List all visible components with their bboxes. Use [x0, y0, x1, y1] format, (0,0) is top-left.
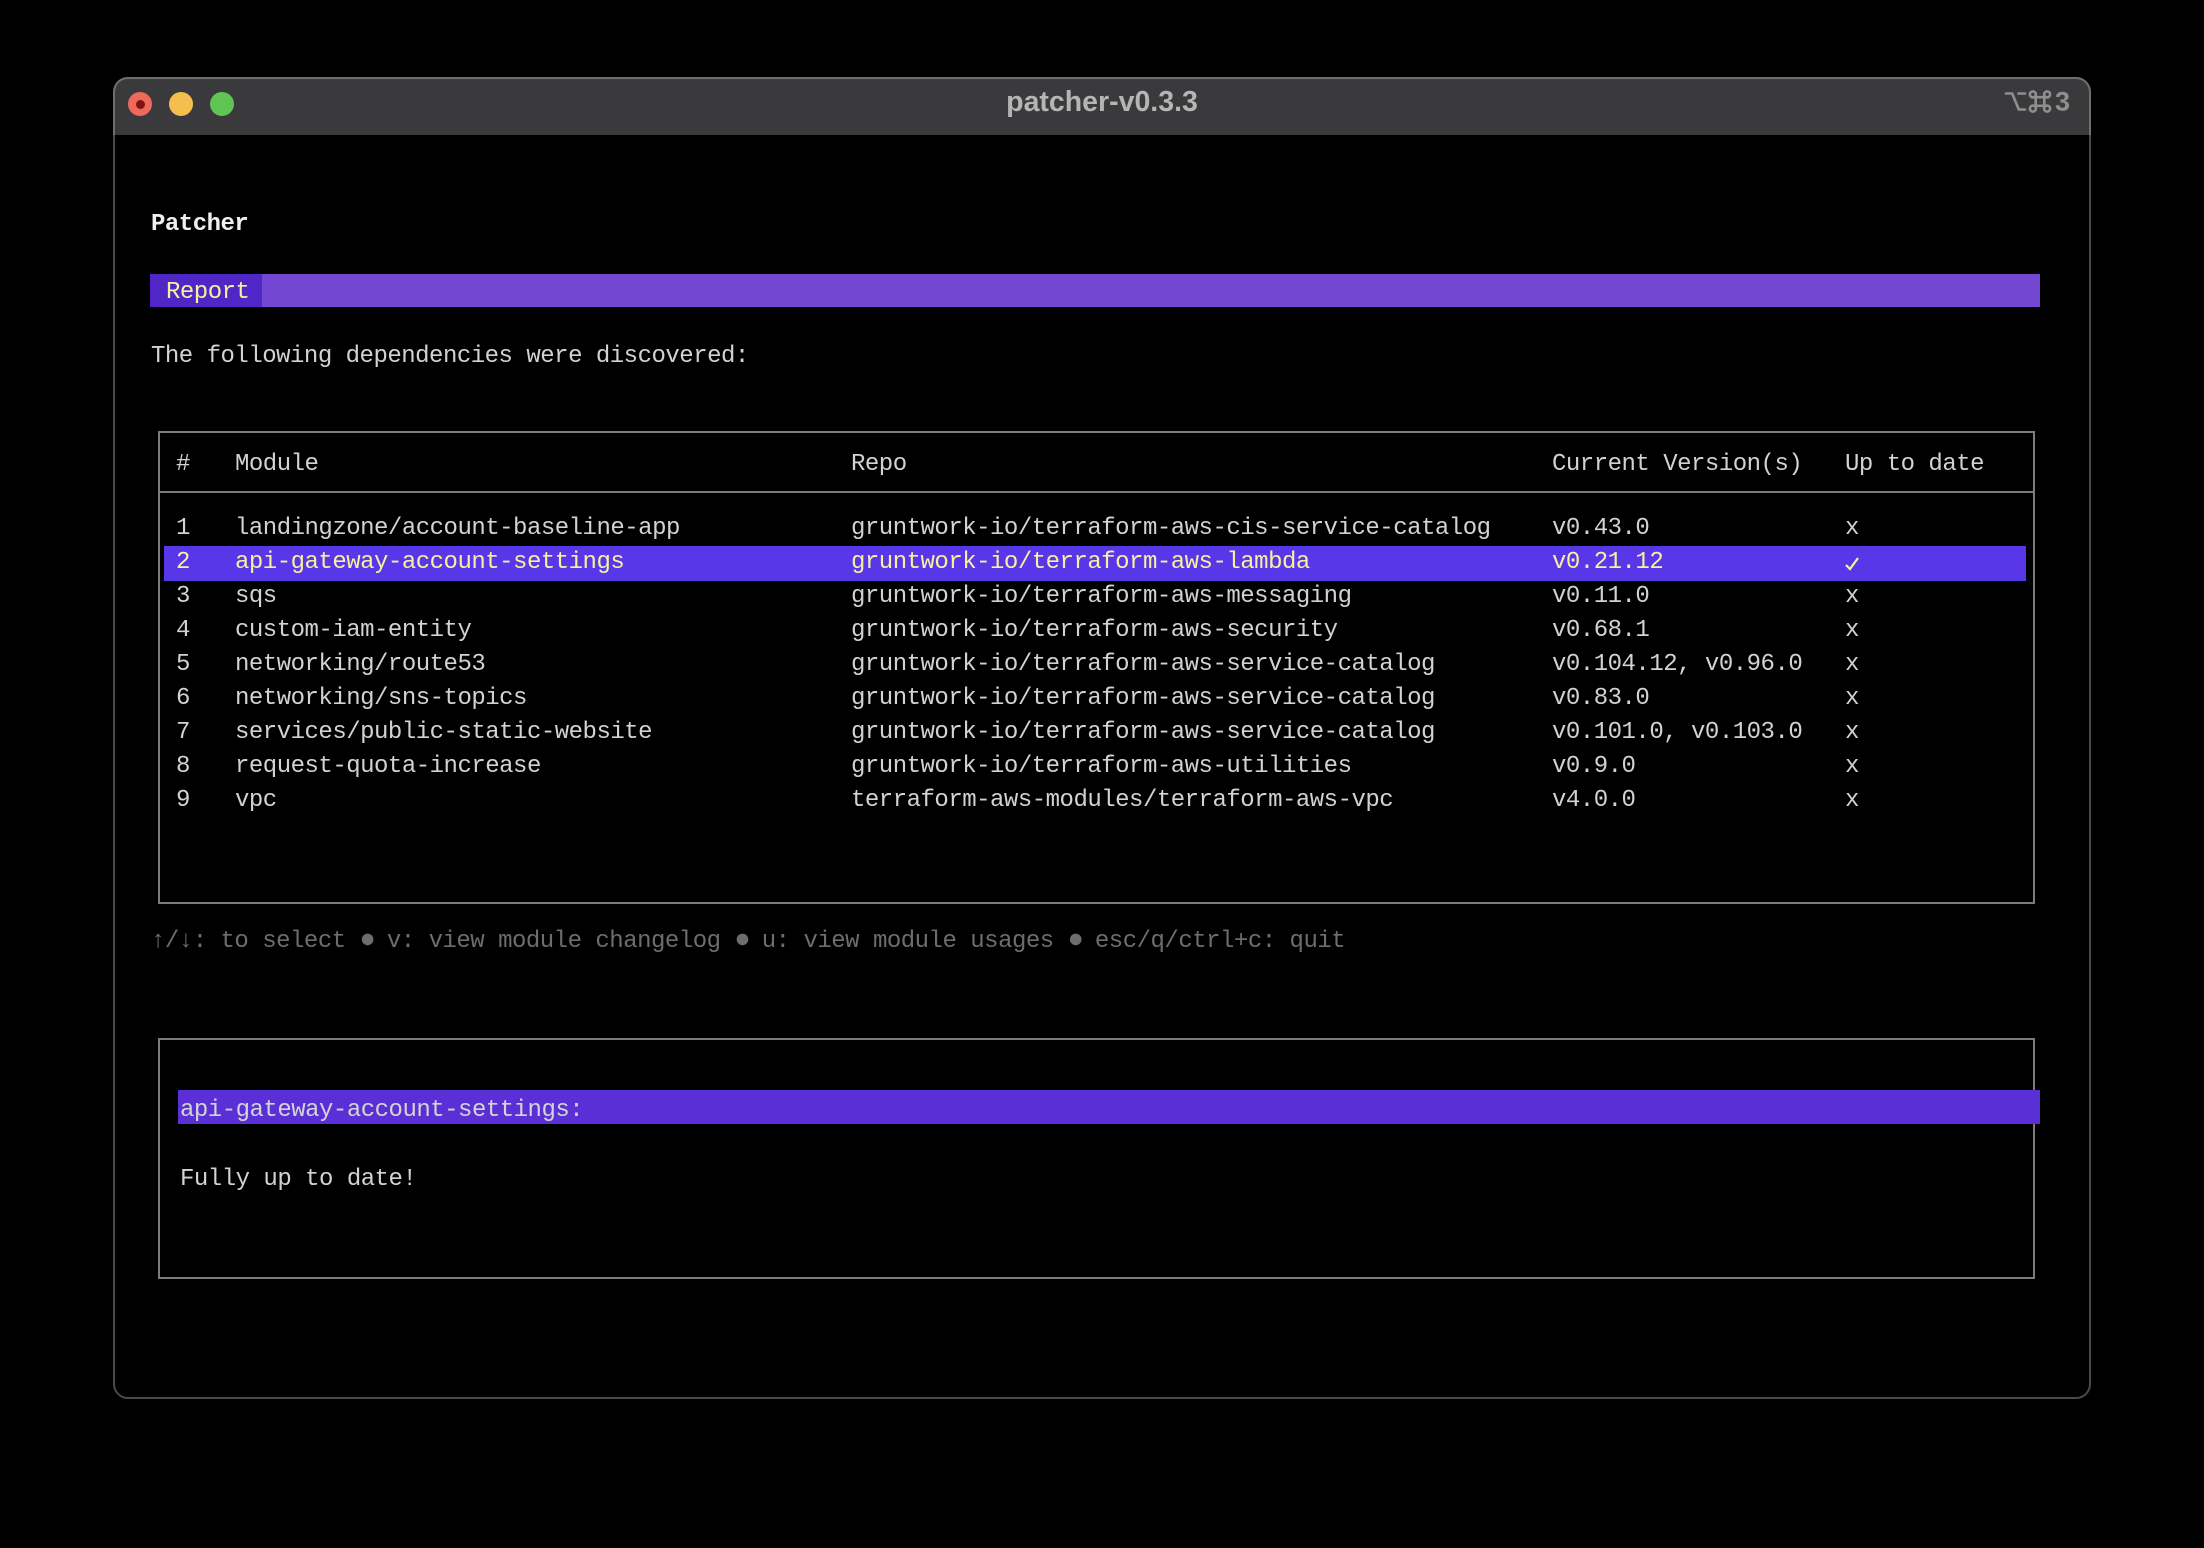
svg-text:3: 3	[2055, 89, 2070, 114]
